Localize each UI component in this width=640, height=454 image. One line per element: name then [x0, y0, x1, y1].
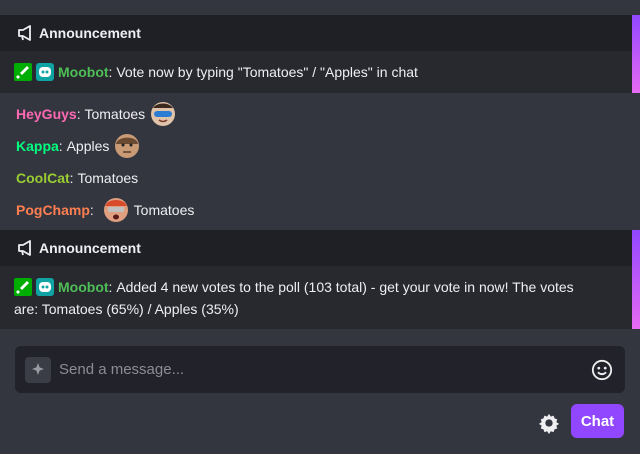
- sparkle-icon[interactable]: [25, 356, 51, 383]
- chat-message: Kappa: Apples: [16, 133, 141, 159]
- username[interactable]: Moobot: [58, 279, 109, 295]
- robot-icon[interactable]: [36, 63, 54, 81]
- separator: :: [108, 64, 113, 80]
- robot-icon[interactable]: [36, 278, 54, 296]
- chat-button[interactable]: Chat: [571, 404, 624, 438]
- username[interactable]: CoolCat: [16, 170, 70, 186]
- announcement-header: Announcement: [0, 15, 640, 51]
- announcement-body: Moobot: Vote now by typing "Tomatoes" / …: [0, 51, 640, 93]
- separator: :: [108, 279, 113, 295]
- pogchamp-emote[interactable]: [102, 196, 130, 224]
- chat-message: CoolCat: Tomatoes: [16, 165, 138, 191]
- announcement-title: Announcement: [39, 25, 141, 41]
- message-text: Tomatoes: [84, 106, 146, 122]
- message-text: Tomatoes: [77, 170, 139, 186]
- smiley-icon[interactable]: [589, 357, 615, 383]
- announcement-title: Announcement: [39, 240, 141, 256]
- username[interactable]: HeyGuys: [16, 106, 77, 122]
- message-text: Apples: [66, 138, 110, 154]
- announcement-text-line2: are: Tomatoes (65%) / Apples (35%): [14, 301, 239, 317]
- message-text: Tomatoes: [133, 202, 195, 218]
- announcement-body: Moobot: Added 4 new votes to the poll (1…: [0, 266, 640, 329]
- separator: :: [89, 202, 94, 218]
- separator: :: [76, 106, 81, 122]
- megaphone-icon: [18, 25, 31, 41]
- gear-icon[interactable]: [537, 411, 561, 435]
- announcement-line: Moobot: Added 4 new votes to the poll (1…: [14, 276, 618, 298]
- announcement-1: Announcement Moobot: Vote now by typing …: [0, 15, 640, 93]
- username[interactable]: PogChamp: [16, 202, 90, 218]
- announcement-text: Added 4 new votes to the poll (103 total…: [116, 279, 574, 295]
- chat-input-box[interactable]: Send a message...: [15, 346, 625, 393]
- username[interactable]: Kappa: [16, 138, 59, 154]
- announcement-text: Vote now by typing "Tomatoes" / "Apples"…: [116, 64, 418, 80]
- username[interactable]: Moobot: [58, 64, 109, 80]
- announcement-header: Announcement: [0, 230, 640, 266]
- top-strip: [0, 0, 640, 14]
- sword-icon[interactable]: [14, 278, 32, 296]
- chat-input[interactable]: Send a message...: [59, 361, 589, 378]
- megaphone-icon: [18, 240, 31, 256]
- kappa-emote[interactable]: [113, 132, 141, 160]
- heyguys-emote[interactable]: [149, 100, 177, 128]
- sword-icon[interactable]: [14, 63, 32, 81]
- chat-message: PogChamp: Tomatoes: [16, 197, 194, 223]
- separator: :: [69, 170, 74, 186]
- separator: :: [58, 138, 63, 154]
- chat-message: HeyGuys: Tomatoes: [16, 101, 177, 127]
- announcement-2: Announcement Moobot: Added 4 new votes t…: [0, 230, 640, 329]
